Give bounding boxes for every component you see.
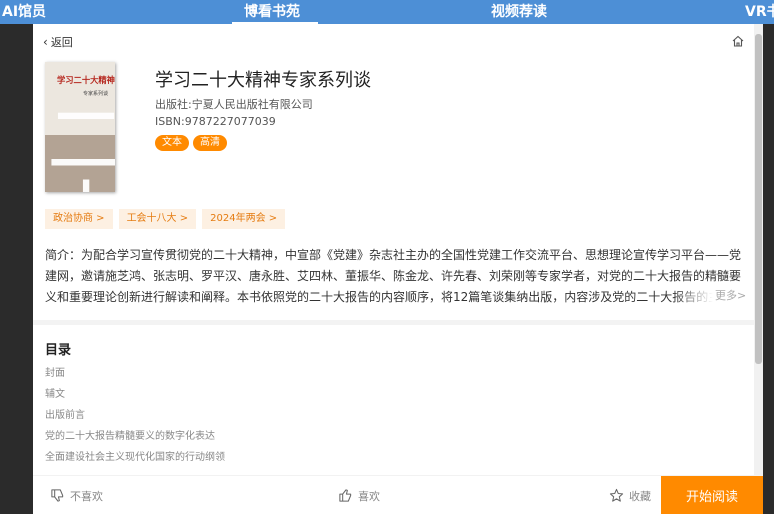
tab-boke-shuyuan[interactable]: 博看书苑 (232, 0, 318, 24)
format-badges: 文本 高清 (155, 135, 227, 151)
like-label: 喜欢 (358, 489, 380, 503)
bottom-action-bar: 不喜欢 喜欢 收藏 开始阅读 (33, 475, 763, 514)
cover-title: 学习二十大精神 (57, 76, 115, 86)
book-detail-panel: ‹ 返回 学习二十大精神 专家系列谈 二十大 学习二十大精神专家系列谈 出版社:… (33, 24, 763, 514)
home-icon[interactable] (731, 34, 745, 48)
book-title: 学习二十大精神专家系列谈 (155, 70, 371, 91)
section-divider (33, 320, 754, 325)
badge-text: 文本 (155, 135, 189, 151)
intro-fade (673, 287, 713, 305)
back-label: 返回 (50, 36, 73, 49)
tag-two-sessions-2024[interactable]: 2024年两会 > (202, 209, 286, 229)
toc-item[interactable]: 全面建设社会主义现代化国家的行动纲领 (45, 447, 225, 468)
dislike-button[interactable]: 不喜欢 (50, 476, 103, 514)
top-nav: AI馆员 博看书苑 视频荐读 VR书 (0, 0, 774, 24)
scrollbar[interactable] (754, 24, 763, 514)
more-link[interactable]: 更多> (713, 287, 747, 305)
book-publisher: 出版社:宁夏人民出版社有限公司 (155, 98, 313, 111)
favorite-button[interactable]: 收藏 (609, 476, 651, 514)
toc-item[interactable]: 党的二十大报告精髓要义的数字化表达 (45, 426, 225, 447)
toc-item[interactable]: 封面 (45, 363, 225, 384)
toc-list: 封面 辅文 出版前言 党的二十大报告精髓要义的数字化表达 全面建设社会主义现代化… (45, 363, 225, 468)
thumbs-up-icon (339, 489, 352, 502)
book-cover[interactable]: 学习二十大精神 专家系列谈 二十大 (45, 62, 115, 192)
topic-tags: 政治协商 > 工会十八大 > 2024年两会 > (45, 209, 286, 229)
star-icon (609, 488, 624, 502)
toc-item[interactable]: 辅文 (45, 384, 225, 405)
thumbs-down-icon (51, 489, 64, 502)
tab-video-recommend[interactable]: 视频荐读 (491, 0, 547, 24)
book-isbn: ISBN:9787227077039 (155, 115, 276, 128)
chevron-left-icon: ‹ (43, 35, 48, 49)
back-button[interactable]: ‹ 返回 (43, 34, 73, 50)
dislike-label: 不喜欢 (70, 489, 103, 503)
cover-glyph: 二十大 (47, 96, 115, 192)
tag-political-consultation[interactable]: 政治协商 > (45, 209, 113, 229)
tag-union-congress[interactable]: 工会十八大 > (118, 209, 197, 229)
like-button[interactable]: 喜欢 (338, 476, 380, 514)
badge-hd: 高清 (193, 135, 227, 151)
toc-item[interactable]: 出版前言 (45, 405, 225, 426)
scrollbar-thumb[interactable] (755, 34, 762, 364)
start-reading-button[interactable]: 开始阅读 (661, 476, 763, 514)
toc-title: 目录 (45, 343, 72, 358)
tab-vr-books[interactable]: VR书 (745, 0, 774, 24)
favorite-label: 收藏 (629, 489, 651, 503)
book-intro: 简介：为配合学习宣传贯彻党的二十大精神，中宣部《党建》杂志社主办的全国性党建工作… (45, 248, 742, 304)
tab-ai-librarian[interactable]: AI馆员 (2, 0, 46, 24)
